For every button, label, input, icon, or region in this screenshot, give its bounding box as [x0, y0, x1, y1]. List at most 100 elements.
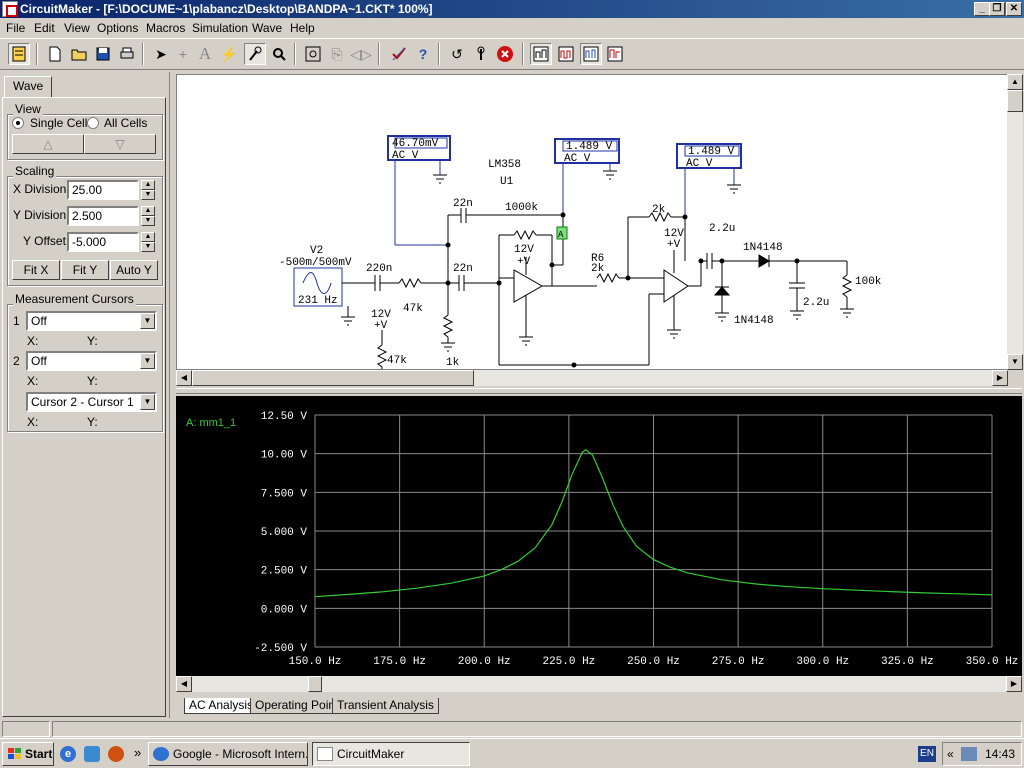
hscroll-thumb[interactable] [192, 370, 474, 386]
text-tool-icon[interactable]: A [194, 43, 216, 65]
browser-icon[interactable] [108, 746, 124, 762]
reset-icon[interactable]: ↺ [446, 43, 468, 65]
restore-button[interactable]: ❐ [989, 2, 1005, 16]
zoom-fit-icon[interactable] [302, 43, 324, 65]
c220n-label: 220n [366, 263, 392, 275]
vplus2-label: +V [374, 320, 388, 332]
x-division-spinner[interactable]: ▲ ▼ [141, 180, 155, 200]
y-division-spinner[interactable]: ▲ ▼ [141, 206, 155, 226]
system-tray: « 14:43 [942, 742, 1022, 766]
meter2-value: 1.489 V [566, 141, 613, 153]
scroll-down-icon[interactable]: ▼ [1007, 354, 1023, 370]
y-tick-label: 7.500 V [261, 488, 308, 500]
analysis-icon[interactable] [580, 43, 602, 65]
cursor-diff-select[interactable]: Cursor 2 - Cursor 1 ▼ [26, 392, 157, 412]
tab-operating-point[interactable]: Operating Point [250, 698, 344, 714]
cursor2-x-label: X: [27, 374, 39, 388]
cell-down-button[interactable]: ▽ [84, 134, 156, 154]
taskbar: Start e » Google - Microsoft Intern... C… [0, 738, 1024, 768]
x-division-label: X Division [13, 182, 67, 196]
new-file-icon[interactable] [44, 43, 66, 65]
print-icon[interactable] [116, 43, 138, 65]
x-division-field[interactable]: 25.00 [67, 180, 139, 200]
cell-up-button[interactable]: △ [12, 134, 84, 154]
bus-tool-icon[interactable]: ⚡ [218, 43, 240, 65]
help-icon[interactable]: ? [412, 43, 434, 65]
stop-icon[interactable] [494, 43, 516, 65]
show-desktop-icon[interactable] [84, 746, 100, 762]
task-circuitmaker-label: CircuitMaker [337, 747, 405, 761]
language-indicator[interactable]: EN [918, 746, 936, 762]
digital-mode-icon[interactable] [604, 43, 626, 65]
erc-check-icon[interactable] [388, 43, 410, 65]
x-tick-label: 200.0 Hz [458, 656, 511, 668]
ie-icon[interactable]: e [60, 746, 76, 762]
tab-wave[interactable]: Wave [4, 76, 53, 98]
scroll-right-icon[interactable]: ▶ [992, 370, 1008, 386]
clock: 14:43 [985, 747, 1016, 761]
y-offset-field[interactable]: -5.000 [67, 232, 139, 252]
menu-wave[interactable]: Wave [252, 21, 282, 35]
y-division-field[interactable]: 2.500 [67, 206, 139, 226]
zoom-tool-icon[interactable] [268, 43, 290, 65]
open-folder-icon[interactable] [68, 43, 90, 65]
scroll-up-icon[interactable]: ▲ [1007, 74, 1023, 90]
probe-label: A [558, 230, 564, 240]
schematic-vscrollbar[interactable]: ▲ ▼ [1007, 74, 1023, 370]
splitter[interactable] [176, 388, 1022, 394]
cursor1-select[interactable]: Off ▼ [26, 311, 157, 331]
all-cells-radio[interactable] [87, 117, 99, 129]
x-tick-label: 150.0 Hz [289, 656, 342, 668]
menu-file[interactable]: File [6, 21, 25, 35]
tray-chevron-icon[interactable]: « [947, 747, 954, 761]
menu-edit[interactable]: Edit [34, 21, 55, 35]
arrow-tool-icon[interactable]: ➤ [150, 43, 172, 65]
mirror-icon[interactable]: ◁▷ [350, 43, 372, 65]
y-offset-spinner[interactable]: ▲ ▼ [141, 232, 155, 252]
fit-y-button[interactable]: Fit Y [61, 260, 109, 280]
waveform-icon[interactable] [555, 43, 577, 65]
vscroll-thumb[interactable] [1007, 90, 1023, 112]
menu-macros[interactable]: Macros [146, 21, 185, 35]
y-tick-label: -2.500 V [254, 643, 307, 655]
x-tick-label: 175.0 Hz [373, 656, 426, 668]
lm358-label: LM358 [488, 159, 521, 171]
analog-mode-icon[interactable] [530, 43, 552, 65]
device-library-icon[interactable] [8, 43, 30, 65]
network-icon[interactable] [961, 747, 977, 761]
d2-label: 1N4148 [734, 315, 774, 327]
wave-plot[interactable]: 150.0 Hz 175.0 Hz 200.0 Hz 225.0 Hz 250.0 Hz… [176, 396, 1022, 676]
quicklaunch-chevron-icon[interactable]: » [134, 745, 141, 760]
wire-tool-icon[interactable]: + [172, 43, 194, 65]
single-cell-radio[interactable] [12, 117, 24, 129]
wave-hscrollbar[interactable]: ◀ ▶ [176, 676, 1022, 692]
menu-view[interactable]: View [64, 21, 90, 35]
task-circuitmaker[interactable]: CircuitMaker [312, 742, 470, 766]
scroll-right-icon[interactable]: ▶ [1006, 676, 1022, 692]
task-google[interactable]: Google - Microsoft Intern... [148, 742, 308, 766]
close-button[interactable]: ✕ [1006, 2, 1022, 16]
scroll-left-icon[interactable]: ◀ [176, 370, 192, 386]
probe-tool-icon[interactable] [244, 43, 266, 65]
d1-label: 1N4148 [743, 242, 783, 254]
save-icon[interactable] [92, 43, 114, 65]
view-group-label: View [13, 102, 43, 116]
hscroll-thumb[interactable] [308, 676, 322, 692]
rotate-icon[interactable]: ⎘ [326, 43, 348, 65]
r6-value: 2k [591, 263, 605, 275]
tab-transient-analysis[interactable]: Transient Analysis [332, 698, 439, 714]
menu-help[interactable]: Help [290, 21, 315, 35]
schematic-hscrollbar[interactable]: ◀ ▶ [176, 370, 1008, 386]
wave-panel: Wave View Single Cell All Cells △ ▽ Scal… [0, 72, 170, 718]
tab-ac-analysis[interactable]: AC Analysis [184, 698, 259, 714]
cursor2-select[interactable]: Off ▼ [26, 351, 157, 371]
menu-options[interactable]: Options [97, 21, 138, 35]
step-icon[interactable] [470, 43, 492, 65]
minimize-button[interactable]: _ [974, 2, 990, 16]
start-button[interactable]: Start [2, 742, 54, 766]
menu-simulation[interactable]: Simulation [192, 21, 248, 35]
scroll-left-icon[interactable]: ◀ [176, 676, 192, 692]
fit-x-button[interactable]: Fit X [12, 260, 60, 280]
schematic-canvas[interactable]: 46.70mV AC V 1.489 V AC V 1.489 V AC V L… [176, 74, 1008, 370]
auto-y-button[interactable]: Auto Y [110, 260, 158, 280]
